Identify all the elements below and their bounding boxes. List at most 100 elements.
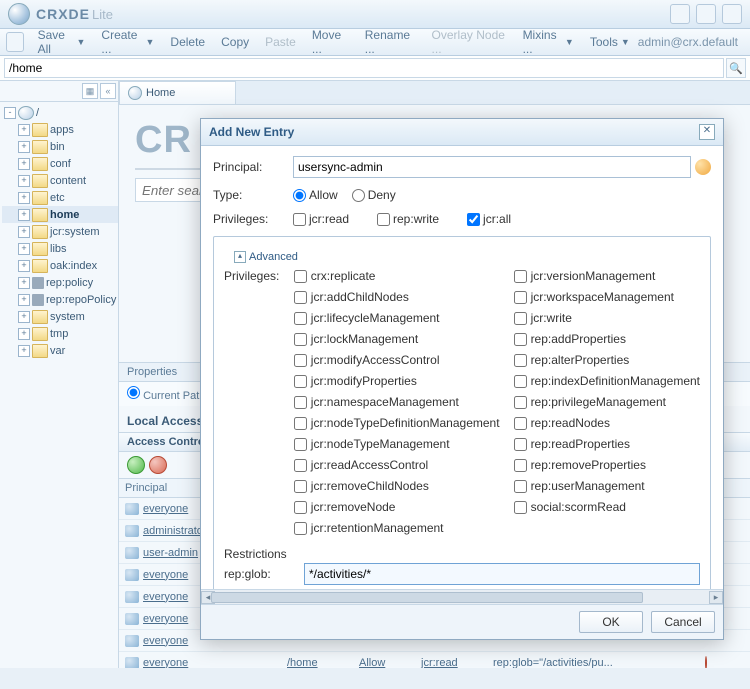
priv-jcrworkspaceManagement[interactable]: jcr:workspaceManagement xyxy=(514,290,700,304)
tree-expand-icon[interactable]: + xyxy=(18,175,30,187)
tree-expand-icon[interactable]: - xyxy=(4,107,16,119)
tree-node-apps[interactable]: +apps xyxy=(2,121,118,138)
current-path-radio[interactable] xyxy=(127,386,140,399)
menu-mixins[interactable]: Mixins ...▼ xyxy=(515,28,582,56)
dialog-hscrollbar[interactable]: ◂ ▸ xyxy=(201,589,723,604)
toolbar-btn-1[interactable] xyxy=(670,4,690,24)
tree-expand-icon[interactable]: + xyxy=(18,192,30,204)
menu-delete[interactable]: Delete xyxy=(162,35,213,49)
priv-jcrnodeTypeManagement[interactable]: jcr:nodeTypeManagement xyxy=(294,437,500,451)
scroll-thumb[interactable] xyxy=(211,592,643,603)
tree-node-bin[interactable]: +bin xyxy=(2,138,118,155)
quick-priv-jcrread[interactable]: jcr:read xyxy=(293,212,349,226)
priv-repreadProperties[interactable]: rep:readProperties xyxy=(514,437,700,451)
tree-node-jcrsystem[interactable]: +jcr:system xyxy=(2,223,118,240)
tree-node-var[interactable]: +var xyxy=(2,342,118,359)
tree-expand-icon[interactable]: + xyxy=(18,345,30,357)
priv-jcrversionManagement[interactable]: jcr:versionManagement xyxy=(514,269,700,283)
acl-delete-button[interactable] xyxy=(149,456,167,474)
advanced-toggle[interactable]: ▴ Advanced xyxy=(230,251,302,263)
priv-crxreplicate[interactable]: crx:replicate xyxy=(294,269,500,283)
priv-jcrmodifyProperties[interactable]: jcr:modifyProperties xyxy=(294,374,500,388)
principal-link[interactable]: everyone xyxy=(143,657,188,669)
tree-expand-icon[interactable]: + xyxy=(18,158,30,170)
tree-node-[interactable]: -/ xyxy=(2,104,118,121)
toolbar-btn-2[interactable] xyxy=(696,4,716,24)
priv-repalterProperties[interactable]: rep:alterProperties xyxy=(514,353,700,367)
menu-move[interactable]: Move ... xyxy=(304,28,357,56)
tree-expand-icon[interactable]: + xyxy=(18,141,30,153)
tree-expand-icon[interactable]: + xyxy=(18,226,30,238)
tree-expand-icon[interactable]: + xyxy=(18,294,30,306)
priv-repindexDefinitionManagement[interactable]: rep:indexDefinitionManagement xyxy=(514,374,700,388)
menu-create[interactable]: Create ...▼ xyxy=(93,28,162,56)
priv-jcrreadAccessControl[interactable]: jcr:readAccessControl xyxy=(294,458,500,472)
repglob-input[interactable] xyxy=(304,563,700,585)
sidebar-toggle-1[interactable]: ▦ xyxy=(82,83,98,99)
tree-expand-icon[interactable]: + xyxy=(18,124,30,136)
tree-node-conf[interactable]: +conf xyxy=(2,155,118,172)
dialog-close-button[interactable]: ✕ xyxy=(699,124,715,140)
tree-node-home[interactable]: +home xyxy=(2,206,118,223)
row-delete-button[interactable] xyxy=(705,656,707,669)
quick-priv-repwrite[interactable]: rep:write xyxy=(377,212,439,226)
menu-tools[interactable]: Tools▼ xyxy=(582,35,638,49)
priv-jcrnamespaceManagement[interactable]: jcr:namespaceManagement xyxy=(294,395,500,409)
acl-add-button[interactable] xyxy=(127,456,145,474)
principal-link[interactable]: everyone xyxy=(143,503,188,515)
priv-jcrwrite[interactable]: jcr:write xyxy=(514,311,700,325)
user-info[interactable]: admin@crx.default xyxy=(638,35,744,49)
menu-copy[interactable]: Copy xyxy=(213,35,257,49)
priv-jcrlifecycleManagement[interactable]: jcr:lifecycleManagement xyxy=(294,311,500,325)
tree-node-reprepoPolicy[interactable]: +rep:repoPolicy xyxy=(2,291,118,308)
ok-button[interactable]: OK xyxy=(579,611,643,633)
priv-jcrretentionManagement[interactable]: jcr:retentionManagement xyxy=(294,521,500,535)
scroll-right-icon[interactable]: ▸ xyxy=(709,591,723,604)
tree-expand-icon[interactable]: + xyxy=(18,277,30,289)
priv-jcrnodeTypeDefinitionManagement[interactable]: jcr:nodeTypeDefinitionManagement xyxy=(294,416,500,430)
refresh-button[interactable] xyxy=(6,32,24,52)
principal-link[interactable]: everyone xyxy=(143,613,188,625)
priv-jcrremoveNode[interactable]: jcr:removeNode xyxy=(294,500,500,514)
tree-node-content[interactable]: +content xyxy=(2,172,118,189)
tree-node-libs[interactable]: +libs xyxy=(2,240,118,257)
acl-row[interactable]: everyone/homeAllowjcr:readrep:glob="/act… xyxy=(119,652,750,668)
tree-node-tmp[interactable]: +tmp xyxy=(2,325,118,342)
priv-repprivilegeManagement[interactable]: rep:privilegeManagement xyxy=(514,395,700,409)
tree-node-etc[interactable]: +etc xyxy=(2,189,118,206)
type-deny-radio[interactable]: Deny xyxy=(352,188,396,202)
priv-repreadNodes[interactable]: rep:readNodes xyxy=(514,416,700,430)
priv-jcrremoveChildNodes[interactable]: jcr:removeChildNodes xyxy=(294,479,500,493)
principal-link[interactable]: everyone xyxy=(143,569,188,581)
path-input[interactable] xyxy=(4,58,724,78)
priv-repaddProperties[interactable]: rep:addProperties xyxy=(514,332,700,346)
principal-link[interactable]: everyone xyxy=(143,635,188,647)
menu-rename[interactable]: Rename ... xyxy=(357,28,424,56)
priv-jcraddChildNodes[interactable]: jcr:addChildNodes xyxy=(294,290,500,304)
priv-jcrmodifyAccessControl[interactable]: jcr:modifyAccessControl xyxy=(294,353,500,367)
user-picker-icon[interactable] xyxy=(695,159,711,175)
tree-expand-icon[interactable]: + xyxy=(18,311,30,323)
priv-socialscormRead[interactable]: social:scormRead xyxy=(514,500,700,514)
tab-home[interactable]: Home xyxy=(119,81,236,104)
toolbar-btn-3[interactable] xyxy=(722,4,742,24)
sidebar-collapse[interactable]: « xyxy=(100,83,116,99)
principal-link[interactable]: user-admin xyxy=(143,547,198,559)
tree-node-reppolicy[interactable]: +rep:policy xyxy=(2,274,118,291)
tree-node-system[interactable]: +system xyxy=(2,308,118,325)
type-allow-radio[interactable]: Allow xyxy=(293,188,338,202)
tree-expand-icon[interactable]: + xyxy=(18,260,30,272)
principal-input[interactable] xyxy=(293,156,691,178)
tree-node-oakindex[interactable]: +oak:index xyxy=(2,257,118,274)
tree-expand-icon[interactable]: + xyxy=(18,243,30,255)
priv-repremoveProperties[interactable]: rep:removeProperties xyxy=(514,458,700,472)
cancel-button[interactable]: Cancel xyxy=(651,611,715,633)
search-icon[interactable]: 🔍 xyxy=(726,58,746,78)
menu-save-all[interactable]: Save All▼ xyxy=(30,28,94,56)
principal-link[interactable]: everyone xyxy=(143,591,188,603)
priv-jcrlockManagement[interactable]: jcr:lockManagement xyxy=(294,332,500,346)
tree-expand-icon[interactable]: + xyxy=(18,328,30,340)
quick-priv-jcrall[interactable]: jcr:all xyxy=(467,212,511,226)
tree-expand-icon[interactable]: + xyxy=(18,209,30,221)
priv-repuserManagement[interactable]: rep:userManagement xyxy=(514,479,700,493)
